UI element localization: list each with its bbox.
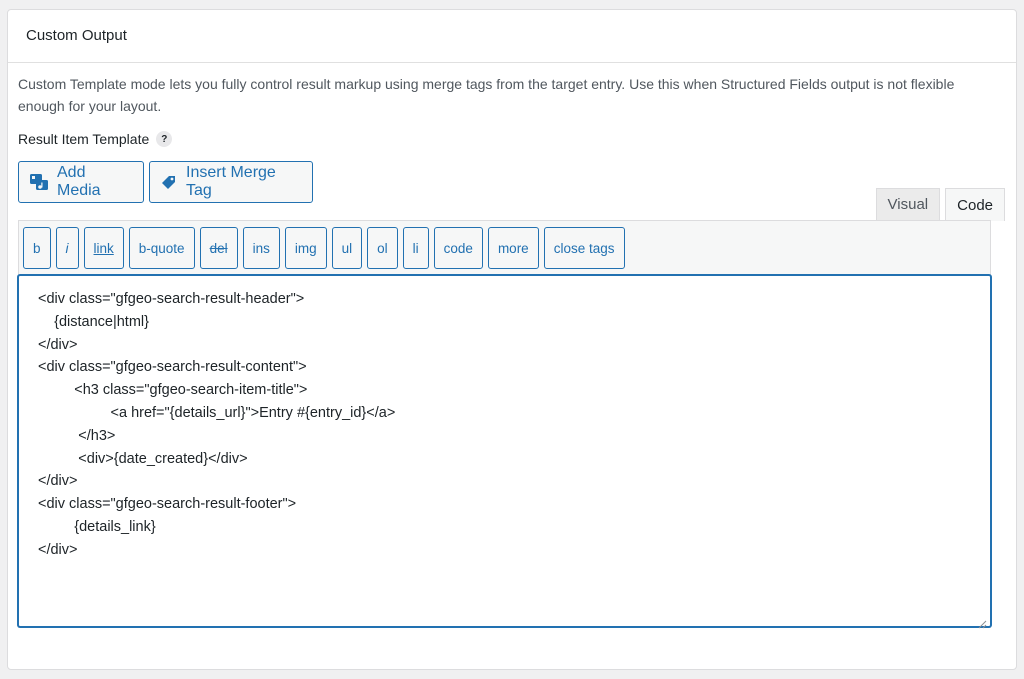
- qt-li-button[interactable]: li: [402, 227, 429, 269]
- code-line: </div>: [38, 336, 78, 353]
- qt-bold-button[interactable]: b: [23, 227, 51, 269]
- qt-ins-button[interactable]: ins: [242, 227, 280, 269]
- panel-description: Custom Template mode lets you fully cont…: [18, 76, 955, 114]
- media-icon: [29, 172, 49, 192]
- code-line: </h3>: [38, 427, 116, 444]
- field-label: Result Item Template: [18, 131, 150, 147]
- code-line: {details_link}: [38, 518, 156, 535]
- tag-icon: [160, 173, 178, 191]
- code-line: <div class="gfgeo-search-result-content"…: [38, 359, 307, 376]
- qt-del-button[interactable]: del: [199, 227, 238, 269]
- qt-code-button[interactable]: code: [433, 227, 483, 269]
- panel-header: Custom Output: [8, 10, 1016, 63]
- code-line: </div>: [38, 473, 78, 490]
- help-icon[interactable]: ?: [156, 131, 173, 147]
- code-line: <div>{date_created}</div>: [38, 450, 248, 467]
- insert-merge-tag-label: Insert Merge Tag: [186, 164, 276, 199]
- insert-merge-tag-button[interactable]: Insert Merge Tag: [149, 161, 313, 203]
- quicktags-toolbar: b i link b-quote del ins img ul ol li co…: [18, 220, 991, 276]
- code-line: <div class="gfgeo-search-result-footer">: [38, 496, 297, 513]
- tab-code[interactable]: Code: [945, 188, 1005, 221]
- add-media-label: Add Media: [57, 164, 101, 199]
- qt-link-button[interactable]: link: [83, 227, 124, 269]
- add-media-button[interactable]: Add Media: [18, 161, 144, 203]
- qt-more-button[interactable]: more: [487, 227, 539, 269]
- qt-ol-button[interactable]: ol: [367, 227, 398, 269]
- qt-blockquote-button[interactable]: b-quote: [128, 227, 195, 269]
- qt-close-tags-button[interactable]: close tags: [543, 227, 625, 269]
- qt-img-button[interactable]: img: [284, 227, 327, 269]
- template-code-editor[interactable]: <div class="gfgeo-search-result-header">…: [18, 275, 991, 629]
- panel-title: Custom Output: [26, 27, 127, 44]
- code-line: <div class="gfgeo-search-result-header">: [38, 291, 305, 307]
- code-line: </div>: [38, 541, 78, 558]
- field-label-row: Result Item Template ?: [18, 131, 173, 147]
- tab-visual[interactable]: Visual: [875, 188, 941, 220]
- editor-tabs: Visual Code: [871, 188, 1005, 221]
- qt-ul-button[interactable]: ul: [331, 227, 363, 269]
- code-line: <h3 class="gfgeo-search-item-title">: [38, 382, 308, 399]
- code-line: <a href="{details_url}">Entry #{entry_id…: [38, 404, 396, 421]
- code-line: {distance|html}: [38, 313, 149, 330]
- resize-handle-icon[interactable]: [978, 614, 987, 629]
- qt-italic-button[interactable]: i: [55, 227, 79, 269]
